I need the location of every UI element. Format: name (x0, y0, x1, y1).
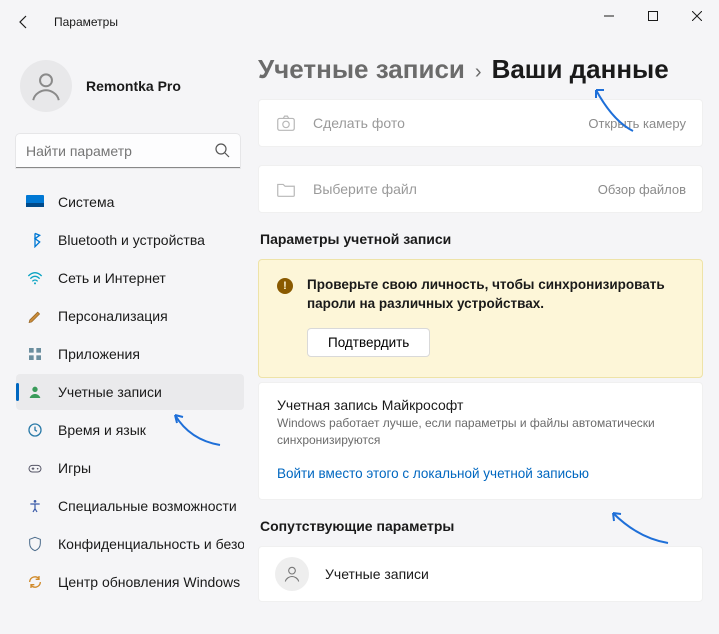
sidebar-item-time[interactable]: Время и язык (16, 412, 244, 448)
sidebar-item-accounts[interactable]: Учетные записи (16, 374, 244, 410)
personalization-icon (26, 307, 44, 325)
sidebar-item-update[interactable]: Центр обновления Windows (16, 564, 244, 600)
sidebar-item-gaming[interactable]: Игры (16, 450, 244, 486)
avatar (20, 60, 72, 112)
gaming-icon (26, 459, 44, 477)
ms-account-subtitle: Windows работает лучше, если параметры и… (277, 415, 684, 449)
sidebar-item-label: Учетные записи (58, 384, 162, 400)
sidebar-item-apps[interactable]: Приложения (16, 336, 244, 372)
sign-in-local-account-link[interactable]: Войти вместо этого с локальной учетной з… (277, 466, 684, 481)
network-icon (26, 269, 44, 287)
sidebar-item-network[interactable]: Сеть и Интернет (16, 260, 244, 296)
search-icon (214, 142, 230, 163)
sidebar-item-label: Сеть и Интернет (58, 270, 166, 286)
warning-icon: ! (277, 278, 293, 294)
chevron-right-icon: › (475, 61, 482, 84)
verify-identity-text: Проверьте свою личность, чтобы синхрониз… (307, 276, 684, 314)
open-camera-button[interactable]: Открыть камеру (588, 116, 686, 131)
person-icon (275, 557, 309, 591)
sidebar-item-label: Конфиденциальность и безопасность (58, 536, 244, 552)
accessibility-icon (26, 497, 44, 515)
account-settings-heading: Параметры учетной записи (260, 231, 703, 247)
sidebar-item-label: Центр обновления Windows (58, 574, 240, 590)
breadcrumb-parent[interactable]: Учетные записи (258, 54, 465, 85)
sidebar-item-privacy[interactable]: Конфиденциальность и безопасность (16, 526, 244, 562)
accounts-icon (26, 383, 44, 401)
profile-name: Remontka Pro (86, 78, 181, 94)
sidebar-item-label: Система (58, 194, 114, 210)
sidebar-item-label: Bluetooth и устройства (58, 232, 205, 248)
bluetooth-icon (26, 231, 44, 249)
browse-files-button[interactable]: Обзор файлов (598, 182, 686, 197)
privacy-icon (26, 535, 44, 553)
take-photo-row: Сделать фото Открыть камеру (259, 100, 702, 146)
verify-button[interactable]: Подтвердить (307, 328, 430, 357)
ms-account-title: Учетная запись Майкрософт (277, 397, 684, 413)
take-photo-label: Сделать фото (313, 115, 572, 131)
window-title: Параметры (54, 15, 118, 29)
sidebar-item-personalization[interactable]: Персонализация (16, 298, 244, 334)
sidebar-item-label: Приложения (58, 346, 140, 362)
breadcrumb-current: Ваши данные (492, 54, 669, 85)
camera-icon (275, 112, 297, 134)
related-accounts-label: Учетные записи (325, 566, 429, 582)
microsoft-account-card: Учетная запись Майкрософт Windows работа… (258, 382, 703, 501)
sidebar-item-bluetooth[interactable]: Bluetooth и устройства (16, 222, 244, 258)
breadcrumb: Учетные записи › Ваши данные (258, 54, 703, 85)
search-box[interactable] (16, 134, 240, 168)
time-icon (26, 421, 44, 439)
choose-file-row: Выберите файл Обзор файлов (259, 166, 702, 212)
close-button[interactable] (675, 0, 719, 32)
sidebar-item-system[interactable]: Система (16, 184, 244, 220)
sidebar-item-label: Игры (58, 460, 91, 476)
sidebar-item-accessibility[interactable]: Специальные возможности (16, 488, 244, 524)
sidebar-item-label: Персонализация (58, 308, 168, 324)
verify-identity-notice: ! Проверьте свою личность, чтобы синхрон… (258, 259, 703, 378)
minimize-button[interactable] (587, 0, 631, 32)
choose-file-label: Выберите файл (313, 181, 582, 197)
apps-icon (26, 345, 44, 363)
maximize-button[interactable] (631, 0, 675, 32)
sidebar-item-label: Время и язык (58, 422, 146, 438)
folder-icon (275, 178, 297, 200)
update-icon (26, 573, 44, 591)
related-settings-heading: Сопутствующие параметры (260, 518, 703, 534)
profile-block[interactable]: Remontka Pro (16, 52, 244, 130)
system-icon (26, 193, 44, 211)
related-accounts-row[interactable]: Учетные записи (259, 547, 702, 601)
back-button[interactable] (12, 10, 36, 34)
search-input[interactable] (16, 134, 240, 168)
sidebar-item-label: Специальные возможности (58, 498, 237, 514)
